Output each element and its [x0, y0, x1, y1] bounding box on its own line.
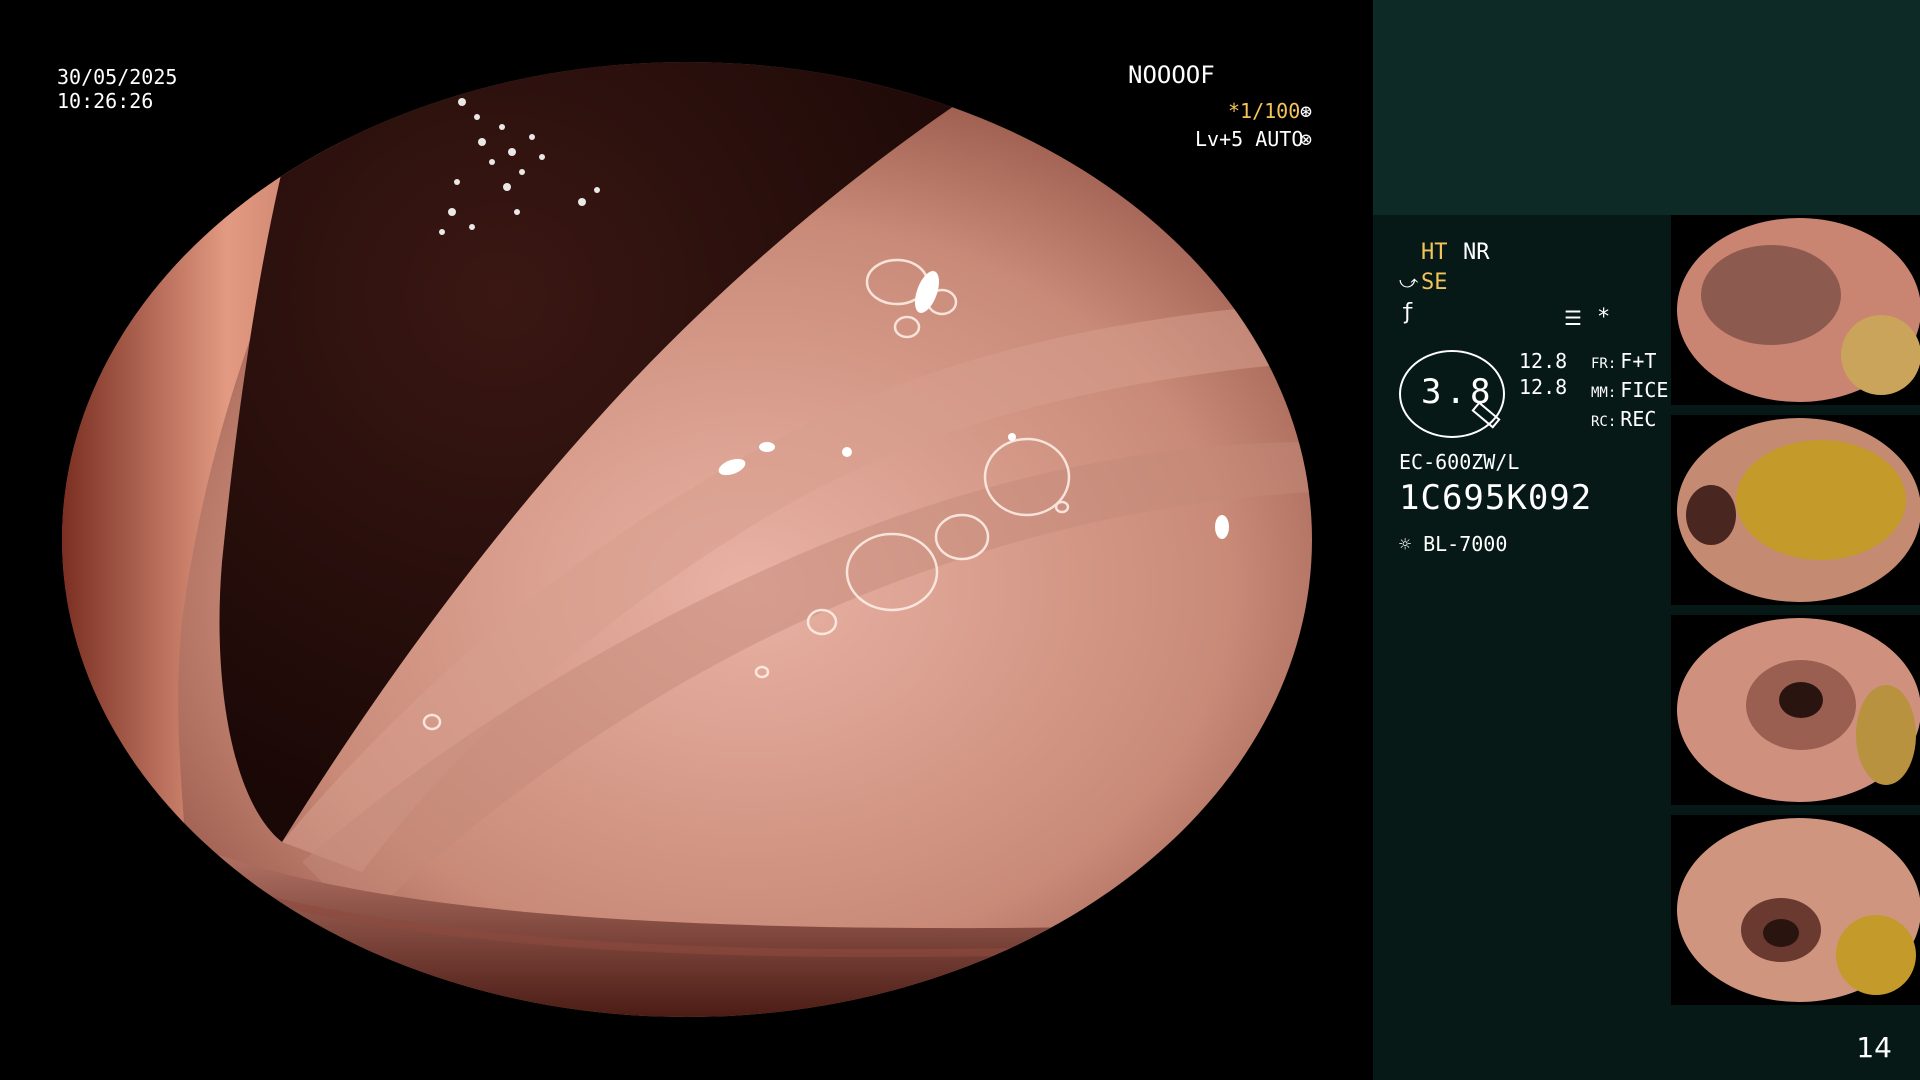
- contrast-curve-icon: ƒ: [1401, 300, 1415, 325]
- nr-indicator: NR: [1463, 240, 1490, 265]
- mode-values: FR: F+T MM: FICE RC: REC: [1591, 348, 1668, 435]
- thumbnail-4-image: [1671, 815, 1920, 1005]
- osd-patient-id: NOOOOF: [1128, 61, 1215, 89]
- magnification-1: 12.8: [1519, 349, 1568, 373]
- endoscope-live-view: [62, 62, 1312, 1017]
- rc-label: RC:: [1591, 414, 1617, 430]
- osd-time: 10:26:26: [57, 89, 154, 113]
- colon-mucosa-image: [62, 62, 1312, 1017]
- se-indicator: SE: [1421, 270, 1448, 295]
- iris-auto-icon: ⊗: [1300, 127, 1313, 151]
- menu-list-icon: ☰: [1564, 306, 1582, 330]
- fr-label: FR:: [1591, 356, 1617, 372]
- captured-thumbnails: [1671, 215, 1920, 1015]
- side-panel-header-block: [1373, 0, 1920, 215]
- settings-side-panel: HT NR ⤻ SE ƒ ☰ * 3.8 12.8 12.8 FR: F+T MM…: [1373, 0, 1920, 1080]
- magnification-values: 12.8 12.8: [1519, 348, 1567, 400]
- thumbnail-3-image: [1671, 615, 1920, 805]
- asterisk-icon: *: [1597, 305, 1611, 330]
- lamp-icon: ☼: [1399, 532, 1412, 556]
- thumbnail-1[interactable]: [1671, 215, 1920, 405]
- structure-enhance-icon: ⤻: [1399, 272, 1419, 293]
- scope-serial: 1C695K092: [1399, 478, 1593, 518]
- magnification-2: 12.8: [1519, 375, 1568, 399]
- settings-info: HT NR ⤻ SE ƒ ☰ * 3.8 12.8 12.8 FR: F+T MM…: [1399, 240, 1689, 560]
- thumbnail-1-image: [1671, 215, 1920, 405]
- osd-light-level: Lv+5 AUTO: [1195, 127, 1304, 151]
- thumbnail-4[interactable]: [1671, 815, 1920, 1005]
- page-number: 14: [1856, 1031, 1892, 1064]
- osd-date: 30/05/2025: [57, 65, 178, 89]
- thumbnail-2[interactable]: [1671, 415, 1920, 605]
- osd-shutter: *1/100: [1228, 99, 1301, 123]
- ht-indicator: HT: [1421, 240, 1448, 265]
- thumbnail-2-image: [1671, 415, 1920, 605]
- fr-value: F+T: [1620, 349, 1657, 373]
- mm-label: MM:: [1591, 385, 1617, 401]
- zoom-value: 3.8: [1421, 372, 1495, 412]
- mm-value: FICE: [1620, 378, 1669, 402]
- light-source: BL-7000: [1423, 532, 1508, 556]
- rc-value: REC: [1620, 407, 1657, 431]
- shutter-mode-icon: ⊛: [1300, 99, 1313, 123]
- thumbnail-3[interactable]: [1671, 615, 1920, 805]
- light-source-row: ☼ BL-7000: [1399, 532, 1507, 556]
- endoscope-main-area: 30/05/2025 10:26:26 NOOOOF *1/100 ⊛ Lv+5…: [0, 0, 1373, 1080]
- zoom-dial: 3.8: [1399, 350, 1505, 438]
- scope-model: EC-600ZW/L: [1399, 450, 1520, 474]
